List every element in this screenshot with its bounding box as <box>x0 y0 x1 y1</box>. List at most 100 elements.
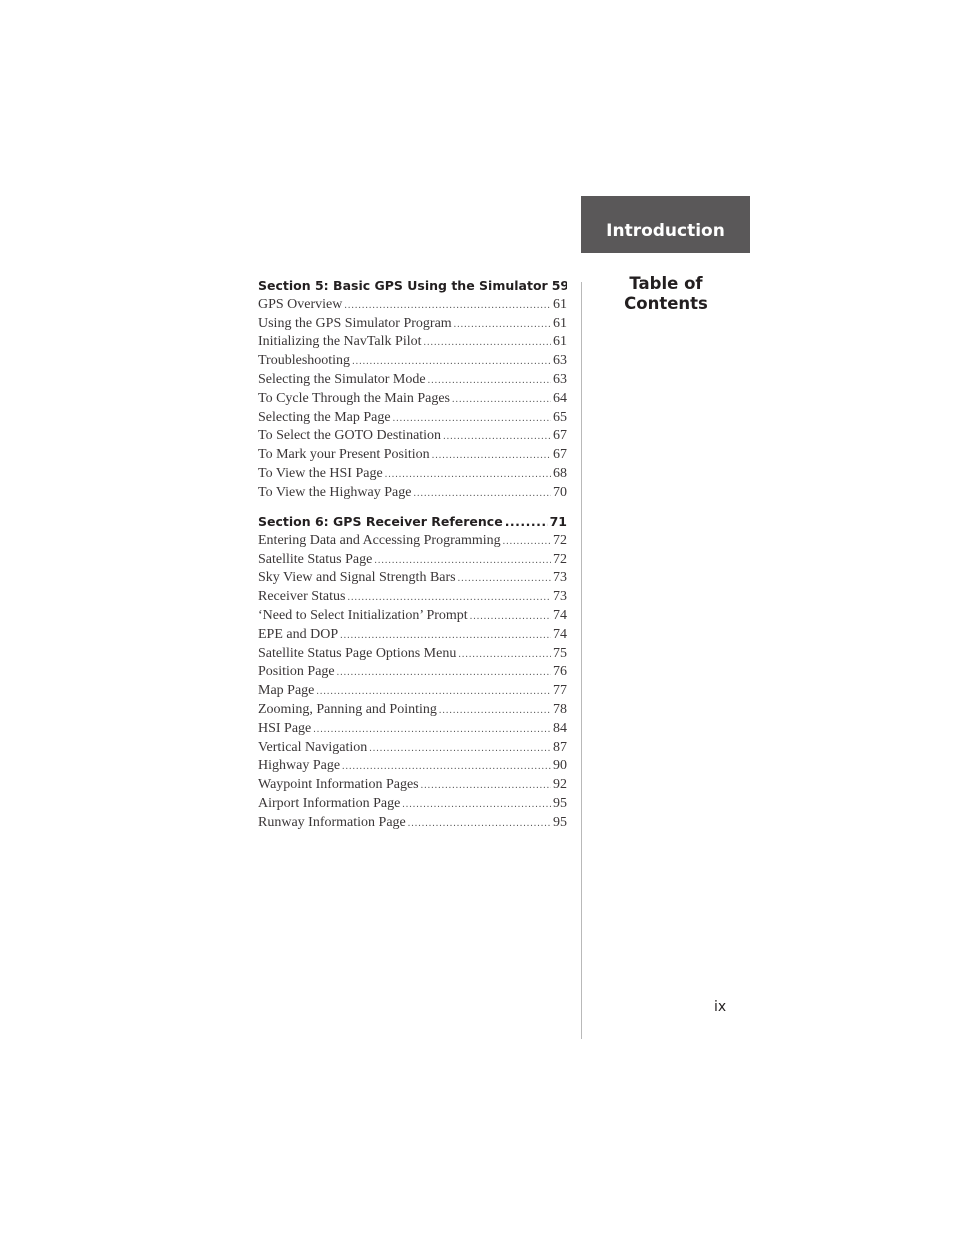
toc-entry[interactable]: To Cycle Through the Main Pages 64 <box>258 390 567 409</box>
dot-leader <box>342 758 551 776</box>
toc-entry-label: EPE and DOP <box>258 626 339 642</box>
toc-section: Section 6: GPS Receiver Reference 71 Enter… <box>258 513 567 833</box>
toc-section-title: Section 5: Basic GPS Using the Simulator <box>258 278 548 293</box>
toc-entry-label: Satellite Status Page <box>258 551 373 567</box>
toc-entry[interactable]: To View the HSI Page 68 <box>258 465 567 484</box>
toc-entry[interactable]: Zooming, Panning and Pointing 78 <box>258 701 567 720</box>
toc-entry-page: 78 <box>553 702 567 718</box>
toc-entry[interactable]: Selecting the Simulator Mode 63 <box>258 371 567 390</box>
toc-entry-label: Entering Data and Accessing Programming <box>258 532 501 548</box>
toc-entry-page: 74 <box>553 608 567 624</box>
toc-entry[interactable]: GPS Overview 61 <box>258 296 567 315</box>
chapter-tab-label: Introduction <box>606 220 725 241</box>
dot-leader <box>443 428 551 446</box>
toc-entry-label: To Cycle Through the Main Pages <box>258 390 451 406</box>
dot-leader <box>452 391 551 409</box>
toc-entry-page: 61 <box>553 334 567 350</box>
toc-entry[interactable]: ‘Need to Select Initialization’ Prompt 74 <box>258 607 567 626</box>
toc-entry-page: 84 <box>553 720 567 736</box>
toc-entry[interactable]: Map Page 77 <box>258 682 567 701</box>
toc-entry[interactable]: Runway Information Page 95 <box>258 814 567 833</box>
toc-entry[interactable]: Troubleshooting 63 <box>258 352 567 371</box>
toc-entry[interactable]: Waypoint Information Pages 92 <box>258 776 567 795</box>
dot-leader <box>337 664 551 682</box>
dot-leader <box>393 410 551 428</box>
toc-entry[interactable]: Selecting the Map Page 65 <box>258 409 567 428</box>
chapter-tab: Introduction <box>581 196 750 253</box>
toc-entry-label: Map Page <box>258 683 315 699</box>
toc-entry-label: Waypoint Information Pages <box>258 777 419 793</box>
toc-entry-label: Troubleshooting <box>258 353 351 369</box>
toc-entry-page: 92 <box>553 777 567 793</box>
table-of-contents: Section 5: Basic GPS Using the Simulator… <box>258 277 567 843</box>
toc-entry-page: 63 <box>553 371 567 387</box>
toc-entry-label: Using the GPS Simulator Program <box>258 315 452 331</box>
toc-section-heading[interactable]: Section 5: Basic GPS Using the Simulator… <box>258 277 567 296</box>
toc-entry-page: 64 <box>553 390 567 406</box>
toc-entry-label: To Mark your Present Position <box>258 447 430 463</box>
toc-entry[interactable]: Airport Information Page 95 <box>258 795 567 814</box>
toc-entry[interactable]: HSI Page 84 <box>258 720 567 739</box>
toc-entry[interactable]: Satellite Status Page 72 <box>258 551 567 570</box>
toc-entry-label: Position Page <box>258 664 335 680</box>
toc-entry[interactable]: Position Page 76 <box>258 663 567 682</box>
sidebar-title-line1: Table of <box>629 274 703 293</box>
dot-leader <box>344 297 551 315</box>
toc-entry[interactable]: Entering Data and Accessing Programming 7… <box>258 532 567 551</box>
toc-entry-page: 61 <box>553 296 567 312</box>
toc-entry[interactable]: Vertical Navigation 87 <box>258 739 567 758</box>
sidebar-title: Table of Contents <box>590 274 742 314</box>
dot-leader <box>340 627 551 645</box>
toc-entry[interactable]: Using the GPS Simulator Program 61 <box>258 315 567 334</box>
dot-leader <box>458 570 551 588</box>
toc-entry-page: 72 <box>553 551 567 567</box>
toc-entry-label: Highway Page <box>258 758 341 774</box>
dot-leader <box>439 702 551 720</box>
toc-entry-page: 73 <box>553 589 567 605</box>
toc-section-heading[interactable]: Section 6: GPS Receiver Reference 71 <box>258 513 567 532</box>
toc-entry-page: 67 <box>553 447 567 463</box>
toc-entry-label: Sky View and Signal Strength Bars <box>258 570 456 586</box>
dot-leader <box>428 372 551 390</box>
toc-entry[interactable]: Highway Page 90 <box>258 757 567 776</box>
toc-entry[interactable]: To Select the GOTO Destination 67 <box>258 427 567 446</box>
toc-section-title: Section 6: GPS Receiver Reference <box>258 514 503 530</box>
toc-entry-page: 73 <box>553 570 567 586</box>
toc-entry-label: ‘Need to Select Initialization’ Prompt <box>258 608 468 624</box>
toc-entry[interactable]: EPE and DOP 74 <box>258 626 567 645</box>
dot-leader <box>316 683 551 701</box>
toc-entry-page: 72 <box>553 532 567 548</box>
toc-entry-page: 67 <box>553 428 567 444</box>
toc-entry-page: 95 <box>553 796 567 812</box>
dot-leader <box>454 316 551 334</box>
toc-entry[interactable]: To Mark your Present Position 67 <box>258 446 567 465</box>
toc-entry-page: 68 <box>553 465 567 481</box>
toc-entry-page: 76 <box>553 664 567 680</box>
dot-leader <box>369 740 551 758</box>
dot-leader <box>385 466 551 484</box>
dot-leader <box>408 815 551 833</box>
toc-entry-page: 65 <box>553 409 567 425</box>
toc-entry-page: 95 <box>553 814 567 830</box>
dot-leader <box>413 485 551 503</box>
toc-entry-page: 87 <box>553 739 567 755</box>
toc-entry-label: Initializing the NavTalk Pilot <box>258 334 422 350</box>
page-number: ix <box>714 999 727 1015</box>
dot-leader <box>421 777 551 795</box>
sidebar-title-line2: Contents <box>624 294 708 313</box>
toc-entry-page: 61 <box>553 315 567 331</box>
toc-entry-page: 63 <box>553 353 567 369</box>
toc-entry-label: To View the Highway Page <box>258 484 412 500</box>
toc-entry-label: HSI Page <box>258 720 312 736</box>
dot-leader <box>458 646 551 664</box>
dot-leader <box>424 334 552 352</box>
toc-entry[interactable]: To View the Highway Page 70 <box>258 484 567 503</box>
toc-entry-label: GPS Overview <box>258 296 343 312</box>
dot-leader <box>313 721 551 739</box>
toc-entry[interactable]: Receiver Status 73 <box>258 588 567 607</box>
toc-entry[interactable]: Initializing the NavTalk Pilot 61 <box>258 333 567 352</box>
toc-entry[interactable]: Sky View and Signal Strength Bars 73 <box>258 569 567 588</box>
toc-entry-label: Vertical Navigation <box>258 739 368 755</box>
toc-entry-page: 90 <box>553 758 567 774</box>
toc-entry[interactable]: Satellite Status Page Options Menu 75 <box>258 645 567 664</box>
